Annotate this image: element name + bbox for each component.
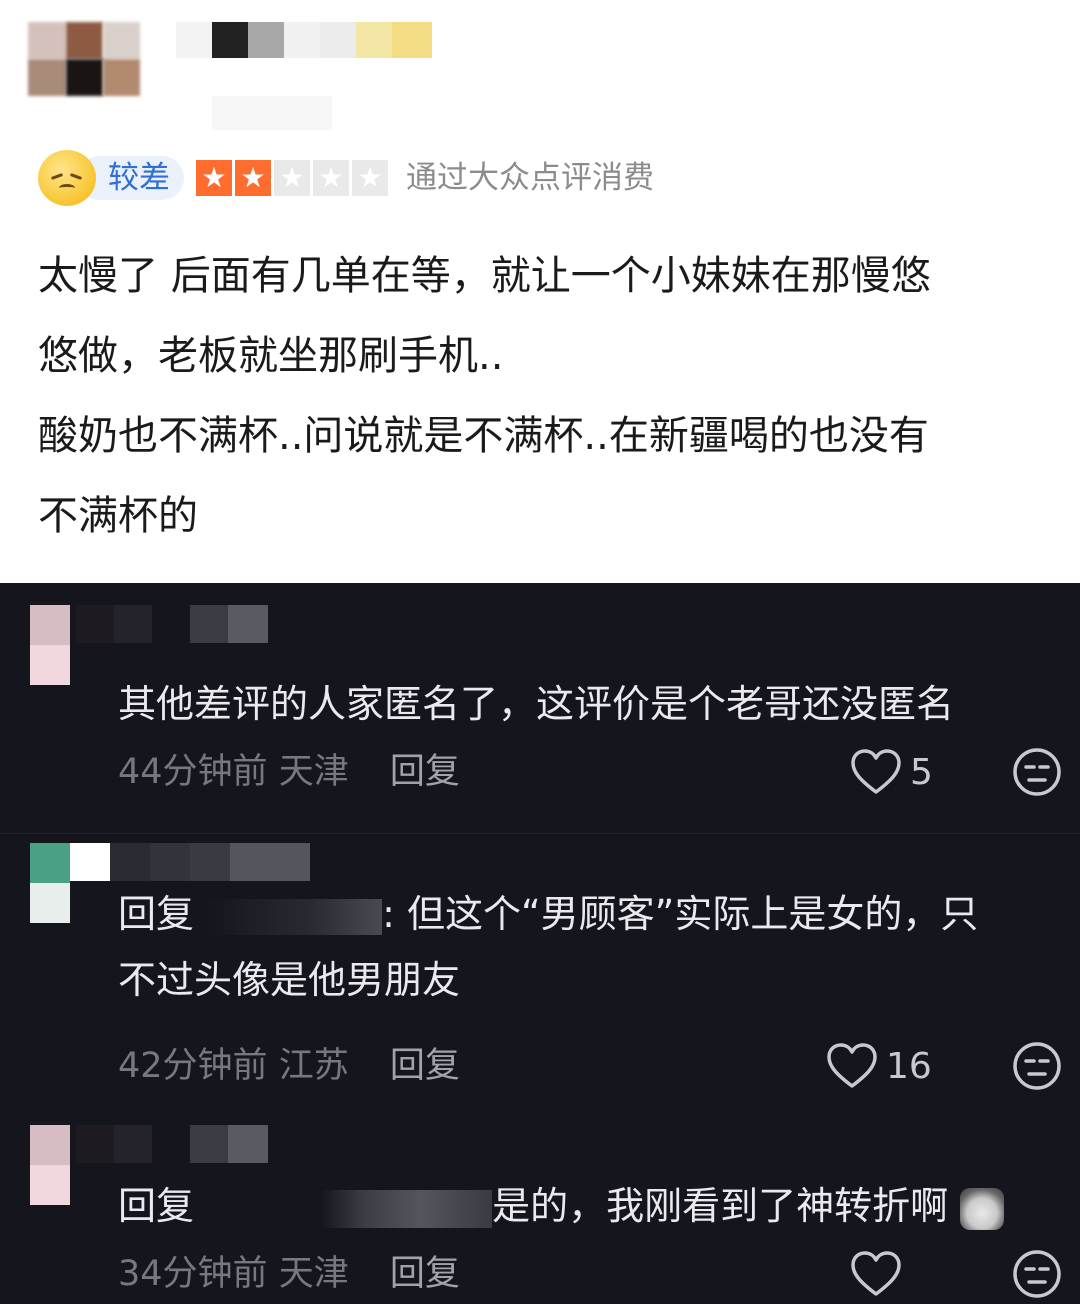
cat-emoji-icon — [960, 1187, 1005, 1230]
reply-prefix: 回复 — [118, 892, 195, 936]
reviewer-avatar[interactable] — [28, 22, 140, 96]
commenter-avatar[interactable] — [30, 1125, 70, 1205]
comment-text-line2: 不过头像是他男朋友 — [118, 958, 461, 1002]
like-button[interactable]: 5 — [850, 747, 933, 797]
comment-text: 回复 : 但这个“男顾客”实际上是女的，只 — [118, 881, 978, 947]
star-icon: ★ — [274, 160, 310, 196]
comment-time: 42分钟前 — [118, 1046, 268, 1086]
review-text: 太慢了 后面有几单在等，就让一个小妹妹在那慢悠 悠做，老板就坐那刷手机.. 酸奶… — [38, 236, 1048, 556]
comment-meta: 42分钟前 江苏 回复 — [118, 1041, 460, 1091]
divider — [0, 833, 1080, 834]
reply-button[interactable]: 回复 — [390, 752, 460, 792]
like-count: 16 — [886, 1045, 932, 1087]
comment-text: 回复 是的，我刚看到了神转折啊 — [118, 1173, 1005, 1239]
reviewer-name-redacted — [176, 22, 436, 62]
commenter-name-redacted — [70, 843, 310, 883]
comment-item: 回复 是的，我刚看到了神转折啊 34分钟前 天津 回复 — [0, 1121, 1080, 1304]
reply-prefix: 回复 — [118, 1184, 195, 1228]
star-icon: ★ — [196, 160, 232, 196]
comment-item: 其他差评的人家匿名了，这评价是个老哥还没匿名 44分钟前 天津 回复 5 — [0, 583, 1080, 833]
star-icon: ★ — [352, 160, 388, 196]
face-icon[interactable] — [1012, 747, 1062, 797]
comment-meta: 44分钟前 天津 回复 — [118, 747, 460, 797]
like-button[interactable] — [850, 1249, 910, 1299]
heart-icon — [851, 1251, 901, 1296]
review-card: 较差 ★ ★ ★ ★ ★ 通过大众点评消费 太慢了 后面有几单在等，就让一个小妹… — [0, 0, 1080, 583]
review-line: 太慢了 后面有几单在等，就让一个小妹妹在那慢悠 — [38, 253, 931, 299]
star-icon: ★ — [313, 160, 349, 196]
face-icon[interactable] — [1012, 1249, 1062, 1299]
heart-icon — [851, 749, 901, 794]
comment-location: 天津 — [278, 1254, 349, 1294]
review-line: 不满杯的 — [38, 493, 198, 539]
reply-button[interactable]: 回复 — [390, 1254, 460, 1294]
heart-icon — [827, 1043, 877, 1088]
rating-row: 较差 ★ ★ ★ ★ ★ 通过大众点评消费 — [38, 150, 738, 206]
comment-section: 其他差评的人家匿名了，这评价是个老哥还没匿名 44分钟前 天津 回复 5 回复 … — [0, 583, 1080, 1304]
star-icon: ★ — [235, 160, 271, 196]
review-line: 酸奶也不满杯..问说就是不满杯..在新疆喝的也没有 — [38, 413, 929, 459]
reply-button[interactable]: 回复 — [390, 1046, 460, 1086]
comment-time: 44分钟前 — [118, 752, 268, 792]
comment-item: 回复 : 但这个“男顾客”实际上是女的，只 不过头像是他男朋友 42分钟前 江苏… — [0, 841, 1080, 1111]
comment-text-body: 是的，我刚看到了神转折啊 — [492, 1184, 949, 1228]
face-icon[interactable] — [1012, 1041, 1062, 1091]
mentioned-user-redacted[interactable] — [206, 1189, 493, 1228]
sad-face-icon — [38, 150, 96, 206]
commenter-avatar[interactable] — [30, 605, 70, 685]
comment-text: 其他差评的人家匿名了，这评价是个老哥还没匿名 — [118, 682, 955, 726]
mentioned-user-redacted[interactable] — [206, 898, 383, 935]
star-rating: ★ ★ ★ ★ ★ — [196, 160, 388, 196]
comment-location: 江苏 — [278, 1046, 349, 1086]
commenter-name-redacted — [76, 605, 270, 645]
comment-location: 天津 — [278, 752, 349, 792]
comment-meta: 34分钟前 天津 回复 — [118, 1249, 460, 1299]
review-line: 悠做，老板就坐那刷手机.. — [38, 333, 504, 379]
commenter-name-redacted — [76, 1125, 270, 1165]
comment-text-body: : 但这个“男顾客”实际上是女的，只 — [382, 892, 979, 936]
commenter-avatar[interactable] — [30, 843, 70, 923]
comment-time: 34分钟前 — [118, 1254, 268, 1294]
review-source: 通过大众点评消费 — [406, 160, 654, 196]
like-button[interactable]: 16 — [826, 1041, 932, 1091]
like-count: 5 — [910, 751, 933, 793]
reviewer-meta-redacted — [212, 96, 332, 132]
